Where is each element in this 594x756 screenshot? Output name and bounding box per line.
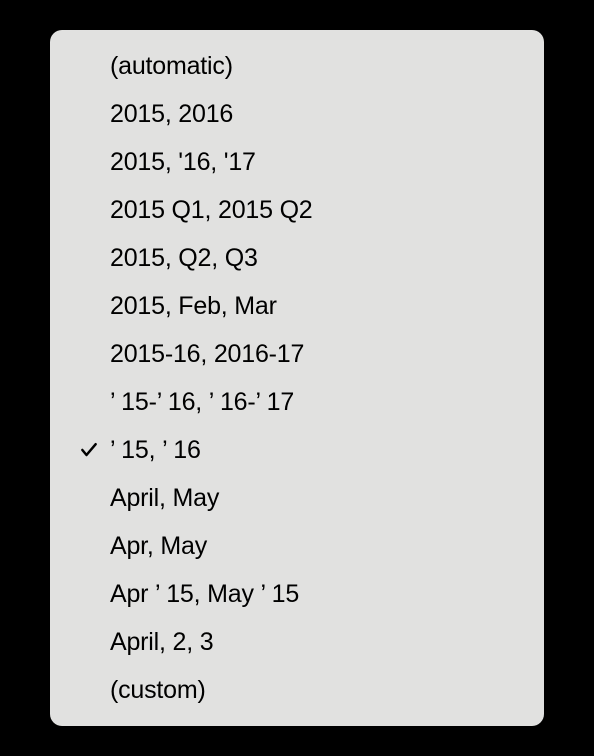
check-column bbox=[68, 344, 110, 364]
check-column bbox=[68, 56, 110, 76]
menu-item-label: 2015 Q1, 2015 Q2 bbox=[110, 196, 313, 225]
menu-item-label: April, 2, 3 bbox=[110, 628, 213, 657]
check-column bbox=[68, 152, 110, 172]
menu-item-month-day[interactable]: April, 2, 3 bbox=[50, 618, 544, 666]
menu-item-year-short[interactable]: ’ 15, ’ 16 bbox=[50, 426, 544, 474]
menu-item-label: 2015, Q2, Q3 bbox=[110, 244, 258, 273]
check-column bbox=[68, 584, 110, 604]
check-column bbox=[68, 200, 110, 220]
menu-item-years-abbr[interactable]: 2015, '16, '17 bbox=[50, 138, 544, 186]
menu-item-label: (automatic) bbox=[110, 52, 233, 81]
menu-item-years-full[interactable]: 2015, 2016 bbox=[50, 90, 544, 138]
menu-item-year-month-abbr[interactable]: 2015, Feb, Mar bbox=[50, 282, 544, 330]
check-column bbox=[68, 536, 110, 556]
menu-item-year-range-abbr[interactable]: ’ 15-’ 16, ’ 16-’ 17 bbox=[50, 378, 544, 426]
check-column bbox=[68, 104, 110, 124]
menu-item-label: 2015, Feb, Mar bbox=[110, 292, 277, 321]
menu-item-custom[interactable]: (custom) bbox=[50, 666, 544, 714]
menu-item-year-quarter-full[interactable]: 2015 Q1, 2015 Q2 bbox=[50, 186, 544, 234]
check-column bbox=[68, 248, 110, 268]
menu-item-year-quarter[interactable]: 2015, Q2, Q3 bbox=[50, 234, 544, 282]
check-column bbox=[68, 488, 110, 508]
menu-item-year-range-full[interactable]: 2015-16, 2016-17 bbox=[50, 330, 544, 378]
menu-item-month-full[interactable]: April, May bbox=[50, 474, 544, 522]
menu-item-label: Apr, May bbox=[110, 532, 207, 561]
menu-item-label: ’ 15-’ 16, ’ 16-’ 17 bbox=[110, 388, 294, 417]
menu-item-label: 2015, '16, '17 bbox=[110, 148, 256, 177]
check-column bbox=[68, 392, 110, 412]
check-icon bbox=[79, 440, 99, 460]
check-column bbox=[68, 632, 110, 652]
dropdown-menu: (automatic) 2015, 2016 2015, '16, '17 20… bbox=[50, 30, 544, 726]
menu-item-label: 2015-16, 2016-17 bbox=[110, 340, 304, 369]
menu-item-automatic[interactable]: (automatic) bbox=[50, 42, 544, 90]
menu-item-label: April, May bbox=[110, 484, 219, 513]
menu-item-label: Apr ’ 15, May ’ 15 bbox=[110, 580, 299, 609]
menu-item-month-year-abbr[interactable]: Apr ’ 15, May ’ 15 bbox=[50, 570, 544, 618]
check-column bbox=[68, 440, 110, 460]
menu-item-label: ’ 15, ’ 16 bbox=[110, 436, 201, 465]
menu-item-label: (custom) bbox=[110, 676, 206, 705]
menu-item-label: 2015, 2016 bbox=[110, 100, 233, 129]
check-column bbox=[68, 296, 110, 316]
menu-item-month-abbr[interactable]: Apr, May bbox=[50, 522, 544, 570]
check-column bbox=[68, 680, 110, 700]
